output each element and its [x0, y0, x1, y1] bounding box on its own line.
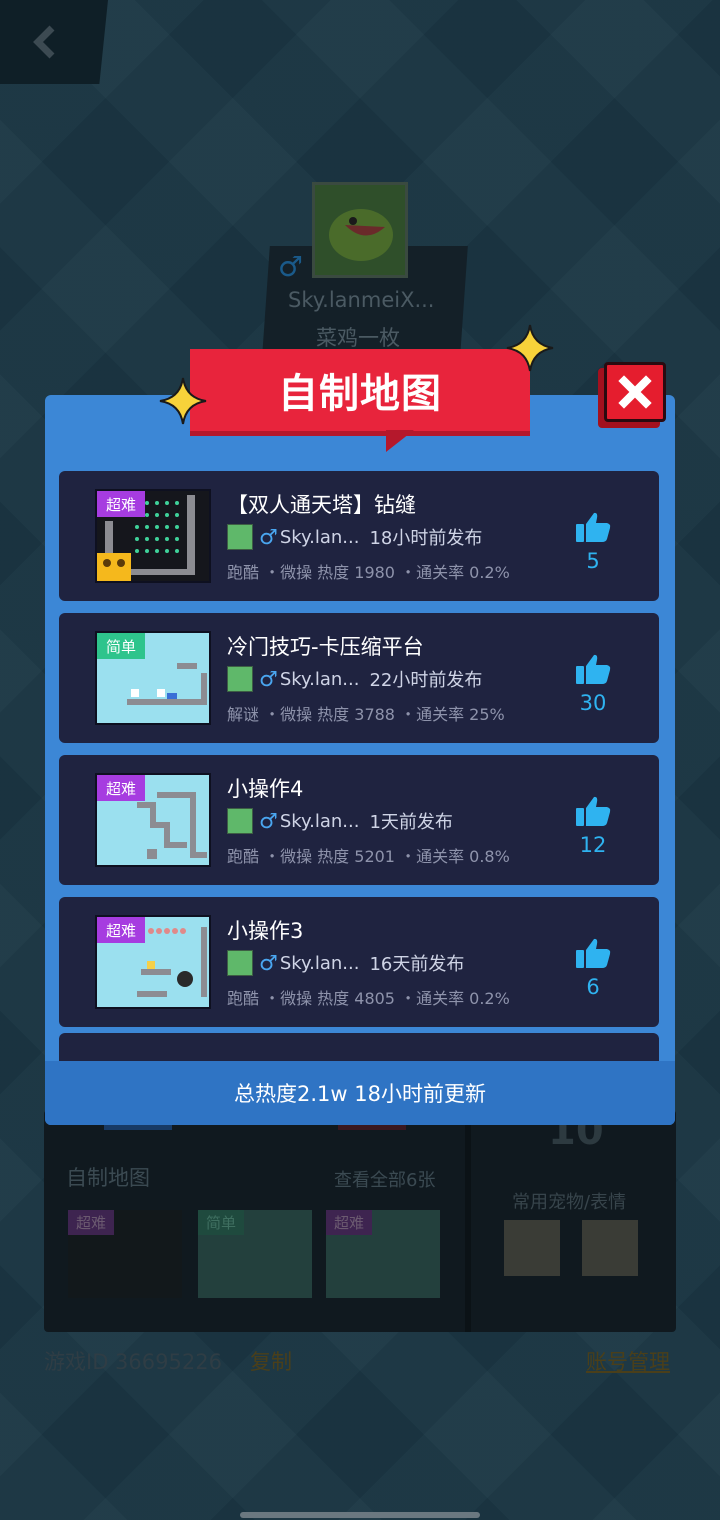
map-title: 小操作4	[227, 777, 304, 801]
sparkle-star-icon	[159, 377, 207, 425]
game-id: 游戏ID 36695226	[44, 1350, 222, 1374]
pet-slot[interactable]	[504, 1220, 560, 1276]
male-icon: ♂	[259, 951, 278, 975]
map-stats: 跑酷 ・微操 热度 4805 ・通关率 0.2%	[227, 989, 510, 1008]
thumbs-up-icon	[576, 654, 611, 684]
modal-footer-summary: 总热度2.1w 18小时前更新	[45, 1061, 675, 1125]
difficulty-badge: 超难	[97, 775, 146, 801]
like-button[interactable]: 5	[571, 511, 615, 573]
like-button[interactable]: 30	[571, 653, 615, 715]
sparkle-star-icon	[506, 324, 554, 372]
profile-name: Sky.lanmeiX...	[288, 288, 435, 312]
emote-slot[interactable]	[582, 1220, 638, 1276]
close-x-icon	[618, 375, 652, 409]
profile-title: 菜鸡一枚	[316, 326, 400, 350]
map-stats: 跑酷 ・微操 热度 5201 ・通关率 0.8%	[227, 847, 510, 866]
map-title: 冷门技巧-卡压缩平台	[227, 635, 424, 659]
author-row[interactable]: ♂ Sky.lan... 18小时前发布	[227, 523, 482, 551]
post-time: 16天前发布	[369, 954, 465, 975]
male-icon: ♂	[259, 667, 278, 691]
post-time: 18小时前发布	[369, 528, 483, 549]
map-list[interactable]: 超难 【双人通天塔】钻缝 ♂ Sky.lan... 18小时前发布 跑酷 ・微操…	[57, 451, 663, 1063]
like-count: 6	[586, 975, 600, 999]
ribbon-tail	[386, 430, 414, 452]
difficulty-badge: 超难	[68, 1210, 115, 1235]
bg-map-thumb[interactable]: 简单	[198, 1210, 312, 1298]
map-card[interactable]: 简单 冷门技巧-卡压缩平台 ♂ Sky.lan... 22小时前发布 解谜 ・微…	[59, 613, 659, 743]
map-title: 【双人通天塔】钻缝	[227, 493, 416, 517]
profile-gender-icon: ♂	[278, 250, 304, 283]
author-row[interactable]: ♂ Sky.lan... 1天前发布	[227, 807, 453, 835]
post-time: 22小时前发布	[369, 670, 483, 691]
dino-avatar-icon	[329, 209, 393, 261]
difficulty-badge: 超难	[97, 491, 146, 517]
chevron-left-icon	[33, 25, 55, 59]
map-card[interactable]: 超难 小操作3 ♂ Sky.lan... 16天前发布 跑酷 ・微操 热度 48…	[59, 897, 659, 1027]
home-indicator	[240, 1512, 480, 1518]
account-management-link[interactable]: 账号管理	[586, 1346, 670, 1376]
close-button[interactable]	[604, 362, 666, 422]
male-icon: ♂	[259, 809, 278, 833]
author-avatar	[227, 950, 253, 976]
like-count: 30	[579, 691, 607, 715]
map-card[interactable]	[59, 1033, 659, 1063]
custom-maps-modal: 超难 【双人通天塔】钻缝 ♂ Sky.lan... 18小时前发布 跑酷 ・微操…	[45, 395, 675, 1125]
difficulty-badge: 超难	[97, 917, 146, 943]
panel-divider	[465, 1110, 471, 1332]
map-thumbnail: 超难	[95, 489, 211, 583]
thumbs-up-icon	[576, 512, 611, 542]
like-button[interactable]: 6	[571, 937, 615, 999]
pets-label: 常用宠物/表情	[512, 1192, 627, 1213]
author-name: Sky.lan...	[279, 810, 360, 832]
author-name: Sky.lan...	[279, 668, 360, 690]
map-stats: 跑酷 ・微操 热度 1980 ・通关率 0.2%	[227, 563, 510, 582]
map-stats: 解谜 ・微操 热度 3788 ・通关率 25%	[227, 705, 505, 724]
author-avatar	[227, 524, 253, 550]
bg-map-thumb[interactable]: 超难	[326, 1210, 440, 1298]
author-name: Sky.lan...	[279, 952, 360, 974]
like-count: 12	[579, 833, 607, 857]
like-count: 5	[586, 549, 600, 573]
custom-maps-section-title: 自制地图	[66, 1166, 150, 1190]
map-thumbnail: 超难	[95, 773, 211, 867]
modal-title: 自制地图	[190, 349, 530, 431]
post-time: 1天前发布	[369, 812, 453, 833]
like-button[interactable]: 12	[571, 795, 615, 857]
map-thumbnail: 简单	[95, 631, 211, 725]
male-icon: ♂	[259, 525, 278, 549]
copy-id-button[interactable]: 复制	[250, 1346, 292, 1376]
thumbs-up-icon	[576, 796, 611, 826]
author-row[interactable]: ♂ Sky.lan... 22小时前发布	[227, 665, 482, 693]
author-avatar	[227, 666, 253, 692]
view-all-maps-link[interactable]: 查看全部6张	[334, 1166, 435, 1192]
author-row[interactable]: ♂ Sky.lan... 16天前发布	[227, 949, 464, 977]
map-card[interactable]: 超难 【双人通天塔】钻缝 ♂ Sky.lan... 18小时前发布 跑酷 ・微操…	[59, 471, 659, 601]
difficulty-badge: 简单	[97, 633, 146, 659]
map-card[interactable]: 超难 小操作4 ♂ Sky.lan... 1天前发布 跑酷 ・微操 热度 520…	[59, 755, 659, 885]
thumbs-up-icon	[576, 938, 611, 968]
map-title: 小操作3	[227, 919, 304, 943]
bg-map-thumb[interactable]: 超难	[68, 1210, 182, 1298]
author-name: Sky.lan...	[279, 526, 360, 548]
map-thumbnail: 超难	[95, 915, 211, 1009]
back-button[interactable]	[0, 0, 108, 84]
difficulty-badge: 超难	[326, 1210, 373, 1235]
author-avatar	[227, 808, 253, 834]
difficulty-badge: 简单	[198, 1210, 245, 1235]
profile-avatar	[312, 182, 408, 278]
